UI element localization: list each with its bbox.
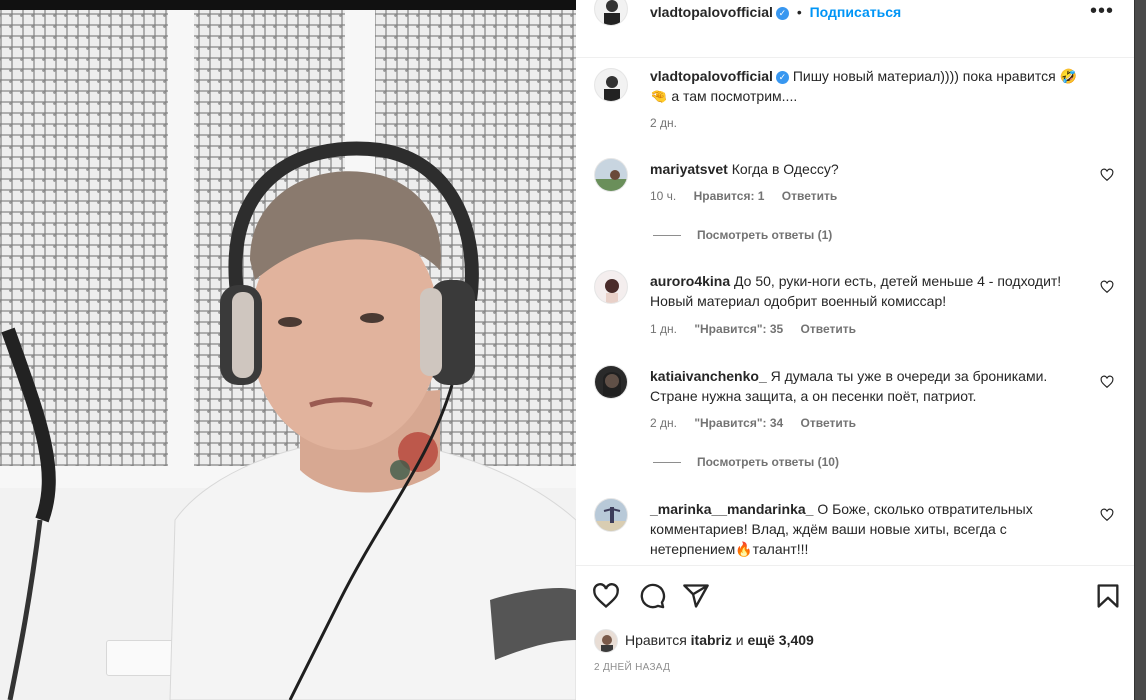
reply-button[interactable]: Ответить bbox=[801, 322, 856, 336]
caption-avatar-image bbox=[595, 69, 627, 101]
reply-button[interactable]: Ответить bbox=[801, 416, 856, 430]
comment-text: Когда в Одессу? bbox=[731, 161, 839, 177]
author-username[interactable]: vladtopalovofficial bbox=[650, 4, 773, 20]
comment-username[interactable]: katiaivanchenko_ bbox=[650, 368, 767, 384]
comment-time[interactable]: 10 ч. bbox=[650, 189, 676, 203]
post-photo[interactable] bbox=[0, 0, 576, 700]
commenter-avatar[interactable] bbox=[594, 158, 628, 192]
comment-likes[interactable]: "Нравится": 35 bbox=[694, 322, 783, 336]
verified-badge-icon: ✓ bbox=[775, 71, 789, 84]
more-options-icon[interactable]: ••• bbox=[1090, 0, 1114, 23]
bookmark-icon[interactable] bbox=[1094, 582, 1122, 610]
commenter-avatar-image bbox=[595, 159, 627, 191]
comment-likes[interactable]: "Нравится": 34 bbox=[694, 416, 783, 430]
commenter-avatar-image bbox=[595, 499, 627, 531]
author-avatar-image bbox=[595, 0, 627, 25]
comment-meta: 10 ч. Нравится: 1 Ответить bbox=[650, 189, 851, 203]
comment-meta: 1 дн. "Нравится": 35 Ответить bbox=[650, 322, 870, 336]
post-details-panel: vladtopalovofficial ✓ • Подписаться ••• v… bbox=[576, 0, 1134, 700]
view-replies-button[interactable]: Посмотреть ответы (1) bbox=[653, 228, 832, 242]
heart-icon[interactable] bbox=[1100, 375, 1114, 389]
view-replies-label: Посмотреть ответы (10) bbox=[697, 455, 839, 469]
comment-text-block: katiaivanchenko_ Я думала ты уже в очере… bbox=[650, 366, 1090, 406]
heart-icon[interactable] bbox=[1100, 280, 1114, 294]
comment-time[interactable]: 1 дн. bbox=[650, 322, 677, 336]
commenter-avatar[interactable] bbox=[594, 365, 628, 399]
follow-button[interactable]: Подписаться bbox=[810, 4, 902, 20]
view-replies-button[interactable]: Посмотреть ответы (10) bbox=[653, 455, 839, 469]
likes-count[interactable]: ещё 3,409 bbox=[748, 632, 814, 648]
comment-meta: 2 дн. "Нравится": 34 Ответить bbox=[650, 416, 870, 430]
comment-text-block: mariyatsvet Когда в Одессу? bbox=[650, 159, 1090, 179]
likes-prefix: Нравится bbox=[625, 632, 687, 648]
liker-avatar[interactable] bbox=[594, 629, 618, 653]
likes-text: Нравится itabriz и ещё 3,409 bbox=[625, 632, 814, 648]
like-heart-icon[interactable] bbox=[592, 582, 620, 610]
person-with-headphones-illustration bbox=[1, 141, 576, 700]
comment-time[interactable]: 2 дн. bbox=[650, 416, 677, 430]
caption-meta: 2 дн. bbox=[650, 116, 691, 130]
commenter-avatar-image bbox=[595, 366, 627, 398]
post-actions-bar: Нравится itabriz и ещё 3,409 2 ДНЕЙ НАЗА… bbox=[576, 565, 1134, 699]
window-scroll-edge bbox=[1134, 0, 1146, 700]
liker-username[interactable]: itabriz bbox=[691, 632, 732, 648]
likes-middle: и bbox=[735, 632, 744, 648]
liker-avatar-image bbox=[595, 630, 617, 652]
view-replies-label: Посмотреть ответы (1) bbox=[697, 228, 833, 242]
author-avatar[interactable] bbox=[594, 0, 628, 26]
reply-button[interactable]: Ответить bbox=[782, 189, 837, 203]
comment-username[interactable]: mariyatsvet bbox=[650, 161, 728, 177]
commenter-avatar[interactable] bbox=[594, 498, 628, 532]
caption-text-block: vladtopalovofficial ✓ Пишу новый материал… bbox=[650, 66, 1090, 106]
share-icon[interactable] bbox=[682, 582, 710, 610]
comment-icon[interactable] bbox=[638, 582, 666, 610]
commenter-avatar-image bbox=[595, 271, 627, 303]
comment-text-block: _marinka__mandarinka_ О Боже, сколько от… bbox=[650, 499, 1090, 559]
comment-text-block: auroro4kina До 50, руки-ноги есть, детей… bbox=[650, 271, 1090, 311]
caption-username[interactable]: vladtopalovofficial bbox=[650, 68, 773, 84]
caption-author-avatar[interactable] bbox=[594, 68, 628, 102]
replies-line bbox=[653, 462, 681, 464]
commenter-avatar[interactable] bbox=[594, 270, 628, 304]
separator-dot: • bbox=[796, 4, 802, 20]
comment-username[interactable]: _marinka__mandarinka_ bbox=[650, 501, 813, 517]
post-header: vladtopalovofficial ✓ • Подписаться ••• bbox=[576, 0, 1134, 58]
comment-likes[interactable]: Нравится: 1 bbox=[694, 189, 765, 203]
replies-line bbox=[653, 235, 681, 237]
verified-badge-icon: ✓ bbox=[775, 7, 789, 20]
post-date[interactable]: 2 ДНЕЙ НАЗАД bbox=[594, 662, 670, 673]
heart-icon[interactable] bbox=[1100, 508, 1114, 522]
heart-icon[interactable] bbox=[1100, 168, 1114, 182]
comment-username[interactable]: auroro4kina bbox=[650, 273, 730, 289]
caption-time[interactable]: 2 дн. bbox=[650, 116, 677, 130]
